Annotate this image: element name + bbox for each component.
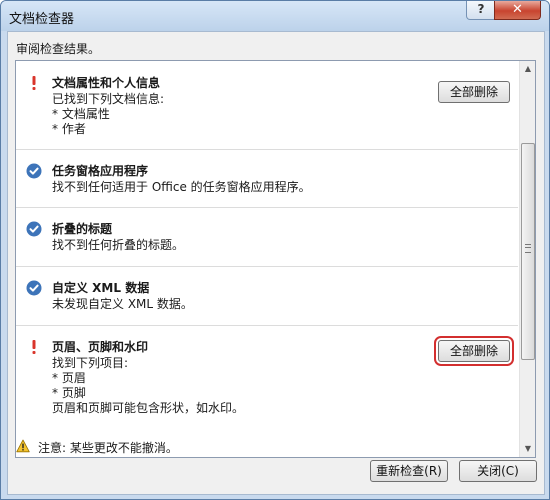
check-circle-icon (26, 221, 42, 237)
description-line: * 作者 (52, 122, 86, 136)
result-heading: 折叠的标题 (52, 222, 113, 236)
description-line: 已找到下列文档信息: (52, 92, 165, 106)
description-line: 找不到任何折叠的标题。 (52, 238, 185, 252)
instruction-text: 审阅检查结果。 (16, 42, 101, 56)
result-heading: 文档属性和个人信息 (52, 76, 161, 90)
description-line: 页眉和页脚可能包含形状，如水印。 (52, 401, 245, 415)
reinspect-button[interactable]: 重新检查(R) (370, 460, 448, 482)
document-inspector-window: 文档检查器 ? ✕ 审阅检查结果。 文档属性和个人信息 已找到下列文档信息: *… (0, 0, 550, 500)
description-line: * 页眉 (52, 371, 86, 385)
help-button[interactable]: ? (466, 1, 496, 20)
undo-warning-text: 注意: 某些更改不能撤消。 (38, 441, 178, 455)
warning-exclamation-icon (26, 339, 42, 355)
vertical-scrollbar[interactable]: ▲ ▼ (519, 61, 535, 457)
close-button[interactable]: 关闭(C) (459, 460, 537, 482)
remove-all-button[interactable]: 全部删除 (438, 81, 510, 103)
result-description: 找到下列项目: * 页眉 * 页脚 页眉和页脚可能包含形状，如水印。 (52, 356, 244, 416)
result-heading: 页眉、页脚和水印 (52, 340, 149, 354)
result-item-document-properties: 文档属性和个人信息 已找到下列文档信息: * 文档属性 * 作者 全部删除 (16, 61, 518, 150)
result-item-task-pane-apps: 任务窗格应用程序 找不到任何适用于 Office 的任务窗格应用程序。 (16, 149, 518, 208)
grip-icon (525, 244, 531, 253)
scroll-up-arrow-icon[interactable]: ▲ (520, 61, 535, 77)
result-item-custom-xml: 自定义 XML 数据 未发现自定义 XML 数据。 (16, 266, 518, 326)
result-description: 已找到下列文档信息: * 文档属性 * 作者 (52, 92, 164, 137)
window-close-button[interactable]: ✕ (494, 1, 541, 20)
remove-all-button[interactable]: 全部删除 (434, 336, 514, 366)
description-line: 找不到任何适用于 Office 的任务窗格应用程序。 (52, 180, 311, 194)
description-line: 未发现自定义 XML 数据。 (52, 297, 193, 311)
warning-triangle-icon (16, 439, 30, 453)
dialog-body: 审阅检查结果。 文档属性和个人信息 已找到下列文档信息: * 文档属性 * 作者… (7, 31, 545, 495)
description-line: 找到下列项目: (52, 356, 129, 370)
check-circle-icon (26, 163, 42, 179)
result-heading: 任务窗格应用程序 (52, 164, 149, 178)
inspection-results-list: 文档属性和个人信息 已找到下列文档信息: * 文档属性 * 作者 全部删除 任务… (15, 60, 536, 458)
result-heading: 自定义 XML 数据 (52, 281, 150, 295)
window-title: 文档检查器 (9, 12, 75, 27)
description-line: * 页脚 (52, 386, 86, 400)
result-description: 未发现自定义 XML 数据。 (52, 297, 193, 312)
warning-exclamation-icon (26, 75, 42, 91)
description-line: * 文档属性 (52, 107, 110, 121)
title-bar[interactable]: 文档检查器 ? ✕ (1, 1, 549, 31)
check-circle-icon (26, 280, 42, 296)
result-item-collapsed-headings: 折叠的标题 找不到任何折叠的标题。 (16, 207, 518, 267)
result-description: 找不到任何折叠的标题。 (52, 238, 184, 253)
scroll-down-arrow-icon[interactable]: ▼ (520, 441, 535, 457)
result-item-headers-footers-watermarks: 页眉、页脚和水印 找到下列项目: * 页眉 * 页脚 页眉和页脚可能包含形状，如… (16, 325, 518, 457)
scrollbar-thumb[interactable] (521, 143, 535, 360)
result-description: 找不到任何适用于 Office 的任务窗格应用程序。 (52, 180, 311, 195)
